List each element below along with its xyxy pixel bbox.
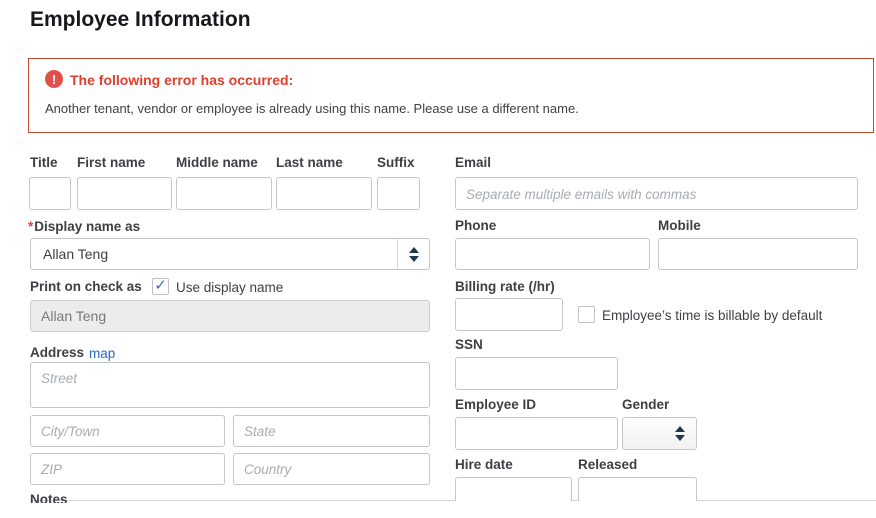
section-divider — [30, 500, 876, 501]
error-heading: The following error has occurred: — [70, 72, 293, 88]
country-input[interactable] — [233, 453, 430, 485]
middle-name-input[interactable] — [176, 177, 272, 210]
ssn-label: SSN — [455, 337, 483, 352]
use-display-name-label: Use display name — [176, 280, 283, 295]
hire-date-label: Hire date — [455, 457, 513, 472]
employee-id-input[interactable] — [455, 417, 618, 450]
employee-id-label: Employee ID — [455, 397, 536, 412]
title-input[interactable] — [29, 177, 71, 210]
last-name-label: Last name — [276, 155, 343, 170]
error-banner: ! The following error has occurred: Anot… — [28, 58, 874, 133]
street-input[interactable] — [30, 362, 430, 408]
notes-section: Notes — [30, 491, 68, 503]
phone-input[interactable] — [455, 238, 650, 270]
employee-information-page: Employee Information ! The following err… — [0, 0, 876, 518]
email-input[interactable] — [455, 177, 858, 210]
ssn-input[interactable] — [455, 357, 618, 390]
first-name-label: First name — [77, 155, 145, 170]
display-name-value: Allan Teng — [31, 246, 397, 262]
middle-name-label: Middle name — [176, 155, 258, 170]
exclamation-circle-icon: ! — [45, 70, 63, 88]
mobile-input[interactable] — [658, 238, 858, 270]
gender-select[interactable] — [622, 417, 697, 450]
released-label: Released — [578, 457, 637, 472]
print-on-check-input — [30, 300, 430, 332]
required-asterisk: * — [28, 219, 33, 234]
page-title: Employee Information — [30, 8, 251, 32]
chevron-updown-icon — [397, 239, 429, 269]
billing-rate-input[interactable] — [455, 298, 563, 331]
hire-date-input[interactable] — [455, 477, 572, 501]
map-link[interactable]: map — [89, 346, 115, 361]
zip-input[interactable] — [30, 453, 225, 485]
title-label: Title — [30, 155, 58, 170]
billable-label: Employee’s time is billable by default — [602, 308, 822, 323]
display-name-label: *Display name as — [28, 219, 140, 234]
billing-rate-label: Billing rate (/hr) — [455, 279, 555, 294]
notes-label: Notes — [30, 492, 68, 503]
display-name-select[interactable]: Allan Teng — [30, 238, 430, 270]
state-input[interactable] — [233, 415, 430, 447]
chevron-updown-icon — [664, 418, 696, 449]
use-display-name-checkbox[interactable]: ✓ — [152, 278, 169, 295]
suffix-input[interactable] — [377, 177, 420, 210]
phone-label: Phone — [455, 218, 496, 233]
print-on-check-label: Print on check as — [30, 279, 142, 294]
released-input[interactable] — [578, 477, 697, 501]
city-input[interactable] — [30, 415, 225, 447]
last-name-input[interactable] — [276, 177, 372, 210]
mobile-label: Mobile — [658, 218, 701, 233]
gender-label: Gender — [622, 397, 669, 412]
error-message: Another tenant, vendor or employee is al… — [45, 101, 579, 116]
first-name-input[interactable] — [77, 177, 172, 210]
email-label: Email — [455, 155, 491, 170]
billable-checkbox[interactable] — [578, 306, 595, 323]
suffix-label: Suffix — [377, 155, 415, 170]
checkmark-icon: ✓ — [154, 278, 167, 293]
address-label: Address — [30, 345, 84, 360]
